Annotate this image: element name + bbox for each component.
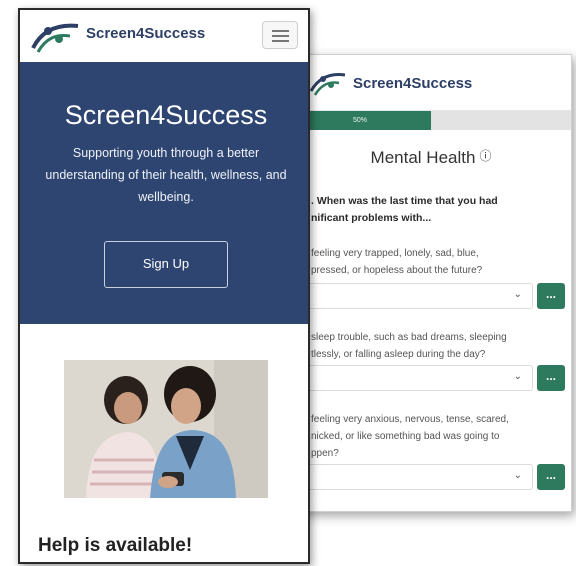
more-button-3[interactable]: ... [537,464,565,490]
section-title-text: Mental Health [370,148,476,167]
landing-brand[interactable]: Screen4Success [86,25,205,42]
logo-icon [31,23,79,53]
more-button-1[interactable]: ... [537,283,565,309]
survey-header: Screen4Success [289,55,571,111]
photo-image [64,360,268,498]
answer-select-1[interactable]: ⌄ [303,283,533,309]
chevron-down-icon: ⌄ [513,289,522,300]
logo-icon [309,73,346,96]
question-item-1: feeling very trapped, lonely, sad, blue,… [311,248,483,276]
hero-subtitle: Supporting youth through a better unders… [45,146,287,204]
hero-title: Screen4Success [64,100,268,130]
landing-phone-screen: Screen4Success Screen4Success Supporting… [18,8,310,564]
chevron-down-icon: ⌄ [513,470,522,481]
progress-label: 50% [352,117,367,124]
answer-select-3[interactable]: ⌄ [303,464,533,490]
hamburger-line [272,30,289,32]
answer-select-2[interactable]: ⌄ [303,365,533,391]
progress-fill: 50% [289,111,431,130]
photo-illustration [64,360,268,498]
progress-bar: 50% [289,111,571,130]
chevron-down-icon: ⌄ [513,371,522,382]
hero-banner: Screen4Success Supporting youth through … [20,62,308,324]
help-heading: Help is available! [38,535,193,556]
survey-brand[interactable]: Screen4Success [353,75,472,92]
section-title: Mental Health ⓘ [289,147,571,168]
question-item-2: sleep trouble, such as bad dreams, sleep… [311,332,507,360]
more-button-2[interactable]: ... [537,365,565,391]
hamburger-menu-button[interactable] [262,21,298,49]
survey-phone-screen: Screen4Success 50% Mental Health ⓘ . When… [288,54,572,512]
hamburger-line [272,35,289,37]
question-item-3: feeling very anxious, nervous, tense, sc… [311,414,509,459]
info-icon[interactable]: ⓘ [479,149,491,163]
landing-header: Screen4Success [20,10,308,62]
question-text: . When was the last time that you had ni… [311,195,498,224]
hamburger-line [272,40,289,42]
sign-up-button[interactable]: Sign Up [104,241,228,288]
